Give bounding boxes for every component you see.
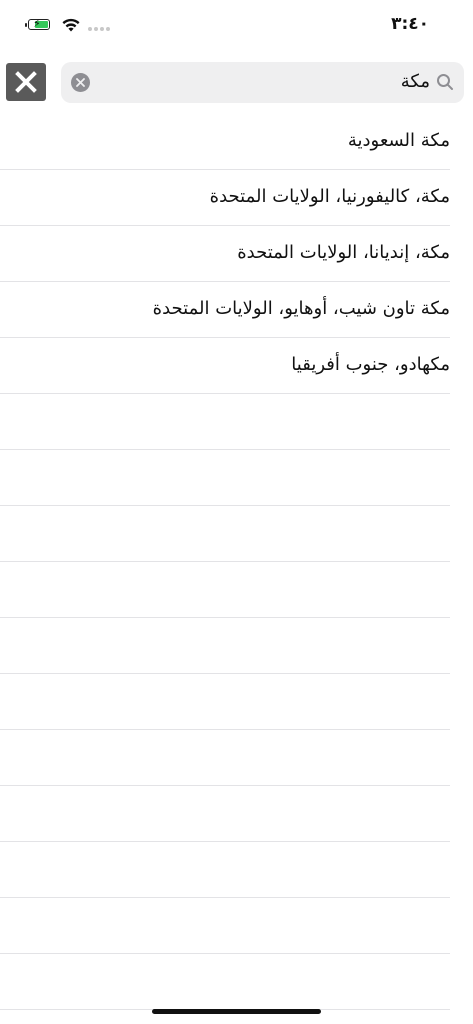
close-button[interactable] — [6, 63, 46, 101]
empty-row — [0, 674, 450, 730]
clear-icon[interactable] — [71, 73, 90, 92]
empty-row — [0, 562, 450, 618]
home-indicator[interactable] — [152, 1009, 321, 1014]
result-item[interactable]: مكة السعودية — [0, 114, 450, 170]
empty-row — [0, 506, 450, 562]
wifi-icon — [62, 18, 80, 32]
status-time: ٣:٤٠ — [391, 14, 429, 34]
result-label: مكهادو، جنوب أفريقيا — [291, 354, 450, 375]
result-label: مكة، إنديانا، الولايات المتحدة — [237, 242, 450, 263]
empty-row — [0, 394, 450, 450]
cellular-signal-icon — [88, 27, 110, 31]
search-icon — [437, 74, 453, 90]
empty-row — [0, 618, 450, 674]
empty-row — [0, 898, 450, 954]
empty-row — [0, 842, 450, 898]
empty-row — [0, 786, 450, 842]
x-mark-icon — [76, 78, 85, 87]
close-icon — [15, 71, 37, 93]
result-item[interactable]: مكهادو، جنوب أفريقيا — [0, 338, 450, 394]
empty-row — [0, 730, 450, 786]
battery-icon: ⚡ — [25, 17, 50, 30]
result-item[interactable]: مكة، كاليفورنيا، الولايات المتحدة — [0, 170, 450, 226]
search-field[interactable]: مكة — [61, 62, 464, 103]
empty-row — [0, 450, 450, 506]
empty-row — [0, 954, 450, 1010]
result-item[interactable]: مكة، إنديانا، الولايات المتحدة — [0, 226, 450, 282]
result-label: مكة، كاليفورنيا، الولايات المتحدة — [209, 186, 450, 207]
status-bar: ⚡ ٣:٤٠ — [0, 0, 473, 56]
result-item[interactable]: مكة تاون شيب، أوهايو، الولايات المتحدة — [0, 282, 450, 338]
result-label: مكة السعودية — [347, 130, 450, 151]
results-list: مكة السعودية مكة، كاليفورنيا، الولايات ا… — [0, 114, 473, 1010]
search-input[interactable]: مكة — [401, 71, 430, 93]
result-label: مكة تاون شيب، أوهايو، الولايات المتحدة — [152, 298, 450, 319]
